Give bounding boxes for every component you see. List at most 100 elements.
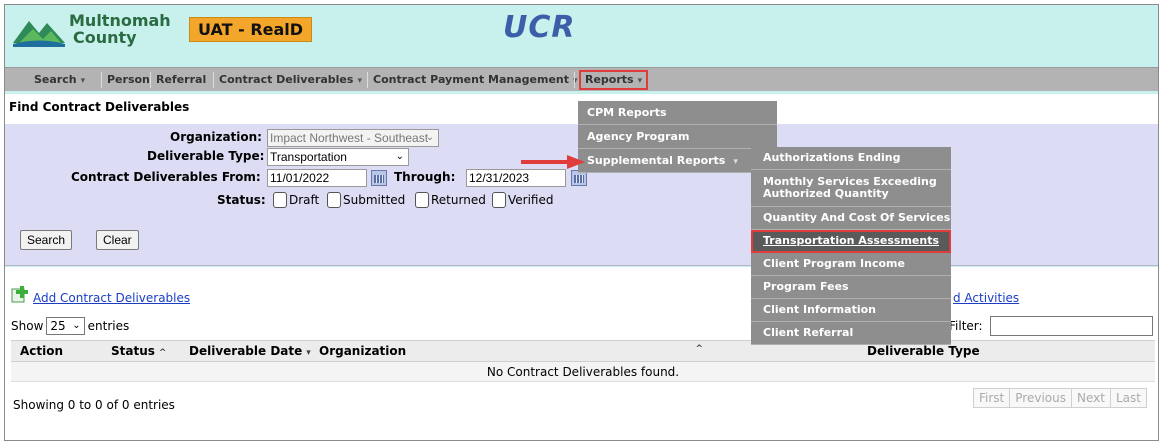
filter-label: Filter: [949,319,983,333]
nav-divider [213,72,214,88]
column-organization-label: Organization [319,344,407,358]
submenu-item-quantity-and-cost[interactable]: Quantity And Cost Of Services [751,207,951,230]
main-nav: Search ▾ Person Referral Contract Deliver… [5,67,1158,91]
menu-item-cpm-reports[interactable]: CPM Reports [578,101,777,125]
submenu-item-program-fees[interactable]: Program Fees [751,276,951,299]
supplemental-reports-submenu: Authorizations Ending Monthly Services E… [751,147,951,345]
show-label: Show [11,319,44,333]
environment-badge: UAT - RealD [189,17,313,42]
logo-line1: Multnomah [69,11,171,30]
chevron-down-icon: ▾ [357,76,362,86]
chevron-down-icon: ⌄ [425,132,434,143]
status-submitted-label: Submitted [343,193,406,207]
status-verified-label: Verified [508,193,554,207]
status-draft-label: Draft [289,193,320,207]
organization-select[interactable]: Impact Northwest - Southeast ⌄ [267,129,439,147]
chevron-down-icon: ▾ [637,76,643,86]
column-status[interactable]: Status ^ [111,344,166,358]
sort-asc-icon: ^ [158,348,167,358]
empty-table-message: No Contract Deliverables found. [11,362,1155,382]
column-status-label: Status [111,344,155,358]
pager-last-button[interactable]: Last [1111,389,1146,407]
nav-reports[interactable]: Reports ▾ [579,70,649,90]
activities-link[interactable]: d Activities [953,291,1019,305]
status-returned-checkbox[interactable] [415,192,429,208]
nav-search[interactable]: Search ▾ [34,68,85,92]
nav-divider [150,72,151,88]
add-contract-deliverables-link[interactable]: Add Contract Deliverables [33,291,190,305]
status-returned-label: Returned [431,193,486,207]
status-draft-checkbox[interactable] [273,192,287,208]
header: Multnomah County UAT - RealD UCR [5,5,1158,67]
entries-per-page-select[interactable]: 25 ⌄ [46,317,85,335]
deliverable-type-value: Transportation [270,150,347,164]
from-label: Contract Deliverables From: [71,170,261,184]
chevron-down-icon: ▾ [733,157,738,167]
column-deliverable-date[interactable]: Deliverable Date ▾ [189,344,311,358]
search-button[interactable]: Search [20,230,73,250]
pagination: First Previous Next Last [973,388,1147,408]
chevron-down-icon: ▾ [80,76,86,86]
nav-contract-payment-management-label: Contract Payment Management [373,73,570,86]
nav-search-label: Search [34,73,77,86]
deliverable-type-label: Deliverable Type: [147,149,265,163]
nav-referral-label: Referral [156,73,207,86]
app-title: UCR [503,10,576,45]
nav-divider [574,72,575,88]
app-window: Multnomah County UAT - RealD UCR Search ▾… [4,4,1159,441]
pager-next-button[interactable]: Next [1072,389,1111,407]
deliverable-type-select[interactable]: Transportation ⌄ [267,148,409,166]
nav-contract-deliverables-label: Contract Deliverables [219,73,354,86]
red-arrow-icon [521,155,585,169]
county-name: Multnomah County [69,12,171,46]
nav-person-label: Person [107,73,150,86]
logo-line2: County [73,28,137,47]
table-header: Action Status ^ Deliverable Date ▾ Organiz… [11,340,1155,362]
nav-divider [101,72,102,88]
filter-input[interactable] [990,316,1153,336]
submenu-item-monthly-services-exceeding[interactable]: Monthly Services Exceeding Authorized Qu… [751,170,951,207]
status-verified-checkbox[interactable] [492,192,506,208]
sort-desc-icon: ▾ [306,348,311,358]
showing-entries-text: Showing 0 to 0 of 0 entries [13,398,175,412]
pager-previous-button[interactable]: Previous [1010,389,1072,407]
nav-person[interactable]: Person [107,68,150,92]
nav-referral[interactable]: Referral [156,68,206,92]
show-entries: Show 25 ⌄ entries [11,317,129,335]
column-deliverable-date-label: Deliverable Date [189,344,303,358]
chevron-down-icon: ⌄ [395,151,404,162]
column-deliverable-type[interactable]: Deliverable Type [867,344,980,358]
through-label: Through: [394,170,456,184]
through-date-input[interactable]: 12/31/2023 [466,169,566,187]
submenu-item-client-program-income[interactable]: Client Program Income [751,253,951,276]
reports-dropdown-menu: CPM Reports Agency Program Supplemental … [578,101,777,173]
submenu-item-authorizations-ending[interactable]: Authorizations Ending [751,147,951,170]
clear-button[interactable]: Clear [96,230,139,250]
chevron-down-icon: ⌄ [72,320,81,331]
nav-divider [367,72,368,88]
nav-reports-label: Reports [585,73,634,86]
submenu-item-transportation-assessments[interactable]: Transportation Assessments [751,230,951,253]
column-action: Action [20,344,64,358]
from-date-input[interactable]: 11/01/2022 [267,169,367,187]
entries-label: entries [87,319,130,333]
nav-contract-payment-management[interactable]: Contract Payment Management ▾ [373,68,578,92]
pager-first-button[interactable]: First [974,389,1011,407]
submenu-item-client-information[interactable]: Client Information [751,299,951,322]
entries-per-page-value: 25 [50,319,66,333]
county-logo-icon [13,21,65,47]
organization-value: Impact Northwest - Southeast [270,131,429,145]
nav-contract-deliverables[interactable]: Contract Deliverables ▾ [219,68,362,92]
menu-item-agency-program[interactable]: Agency Program [578,125,777,149]
menu-item-supplemental-reports-label: Supplemental Reports [587,154,726,167]
organization-label: Organization: [170,130,262,144]
status-label: Status: [217,193,266,207]
calendar-icon[interactable] [371,170,387,186]
status-submitted-checkbox[interactable] [327,192,341,208]
results-area: Add Contract Deliverables d Activities S… [5,267,1158,440]
submenu-item-client-referral[interactable]: Client Referral [751,322,951,345]
sort-icon: ^ [695,344,703,354]
column-organization[interactable]: Organization ^ [319,344,703,358]
add-plus-icon[interactable] [11,285,29,303]
menu-item-supplemental-reports[interactable]: Supplemental Reports ▾ [578,149,777,173]
